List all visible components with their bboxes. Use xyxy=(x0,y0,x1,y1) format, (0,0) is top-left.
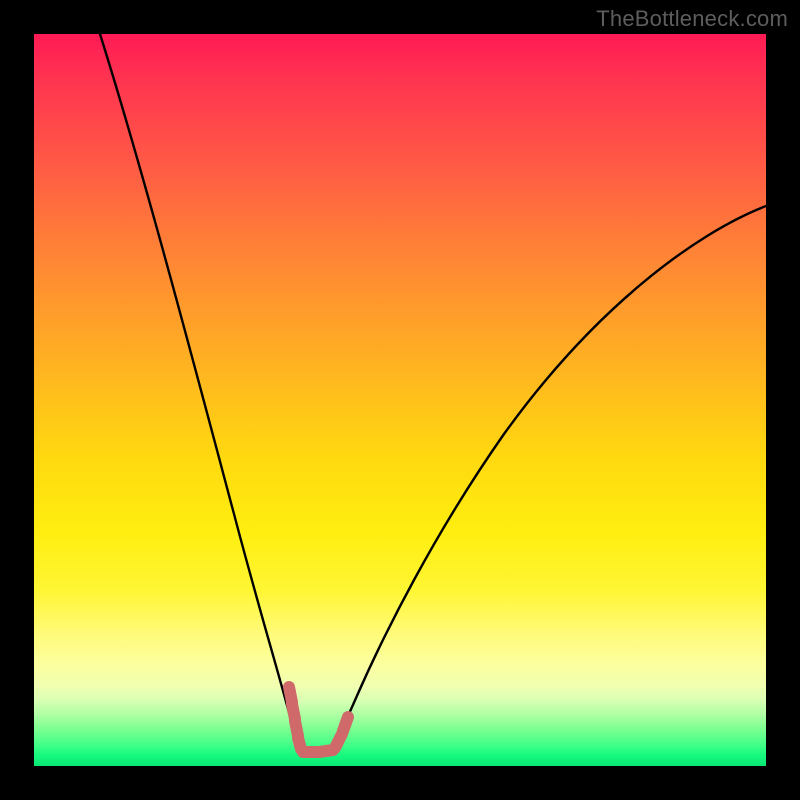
marker-cluster xyxy=(289,687,348,752)
bottleneck-curve-right xyxy=(330,206,766,752)
bottleneck-curve-left xyxy=(100,34,302,752)
chart-frame: TheBottleneck.com xyxy=(0,0,800,800)
plot-area xyxy=(34,34,766,766)
curve-layer xyxy=(34,34,766,766)
watermark-text: TheBottleneck.com xyxy=(596,6,788,32)
